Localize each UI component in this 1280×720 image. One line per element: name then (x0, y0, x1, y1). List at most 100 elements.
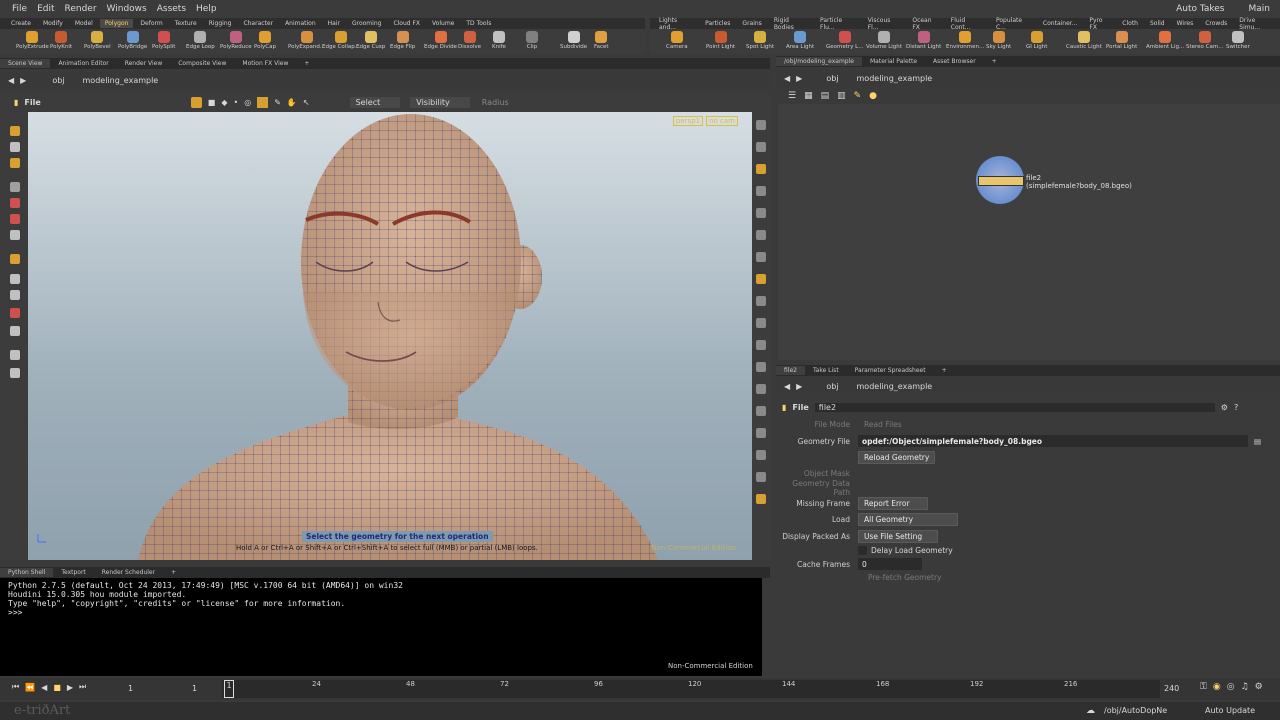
paint-icon[interactable] (10, 198, 20, 208)
current-frame-field[interactable]: 1 (192, 684, 197, 693)
handle-icon[interactable] (10, 158, 20, 168)
shelf-tool-button[interactable]: Camera (666, 31, 688, 50)
load-dropdown[interactable]: All Geometry (858, 512, 958, 526)
texture-icon[interactable] (756, 340, 766, 350)
point-icon[interactable]: • (234, 98, 239, 107)
key-icon[interactable]: ⚿ (1200, 682, 1207, 692)
end-frame-field[interactable]: 240 (1164, 684, 1179, 693)
shelf-tool-button[interactable]: Point Light (706, 31, 735, 50)
lasso-icon[interactable]: ◎ (244, 98, 251, 107)
forward-arrow-icon[interactable]: ▶ (796, 74, 802, 83)
snapshot-icon[interactable] (756, 164, 766, 174)
shelf-left-tab[interactable]: Volume (427, 19, 459, 28)
select-dropdown[interactable]: Select (349, 96, 401, 108)
grid-icon[interactable]: ▤ (821, 91, 830, 101)
shelf-tool-button[interactable]: PolyExpand... (288, 31, 325, 50)
normal-icon[interactable] (756, 230, 766, 240)
shelf-tool-button[interactable]: Knife (492, 31, 506, 50)
add-tab-icon[interactable]: + (163, 568, 184, 577)
point-icon[interactable] (756, 208, 766, 218)
shelf-tool-button[interactable]: Switcher (1226, 31, 1250, 50)
auto-takes-toggle[interactable]: Auto Takes (1176, 4, 1224, 14)
palette-icon[interactable]: ● (869, 91, 877, 101)
camera-icon[interactable] (10, 350, 20, 360)
ghost-icon[interactable] (756, 296, 766, 306)
jump-end-icon[interactable]: ⏭ (79, 682, 86, 692)
lasso-icon[interactable] (10, 274, 20, 284)
shelf-left-tab[interactable]: Grooming (347, 19, 386, 28)
shelf-left-tab[interactable]: Polygon (99, 19, 134, 28)
shelf-tool-button[interactable]: Edge Divide (424, 31, 457, 50)
audio-icon[interactable]: ♫ (1241, 682, 1249, 692)
shelf-tool-button[interactable]: PolyCap (254, 31, 276, 50)
path-root[interactable]: obj (826, 382, 838, 391)
missing-frame-dropdown[interactable]: Report Error (858, 496, 928, 510)
snap-icon[interactable] (10, 254, 20, 264)
hand-icon[interactable]: ✋ (287, 98, 297, 107)
frame-icon[interactable] (756, 450, 766, 460)
add-tab-icon[interactable]: + (984, 57, 1005, 66)
add-tab-icon[interactable]: + (934, 366, 955, 375)
shelf-left-tab[interactable]: TD Tools (461, 19, 496, 28)
select-mode-icon[interactable] (190, 96, 202, 108)
shelf-tool-button[interactable]: Geometry L... (826, 31, 863, 50)
path-root[interactable]: obj (52, 76, 64, 85)
visibility-dropdown[interactable]: Visibility (410, 96, 470, 108)
shelf-right-tab[interactable]: Container... (1038, 19, 1083, 28)
auto-update-dropdown[interactable]: Auto Update (1205, 706, 1255, 715)
menu-assets[interactable]: Assets (157, 4, 186, 14)
node-name-field[interactable]: file2 (814, 402, 1215, 412)
target-icon[interactable]: ◉ (1213, 682, 1221, 692)
magnet-icon[interactable] (10, 230, 20, 240)
shelf-left-tab[interactable]: Deform (135, 19, 167, 28)
light-icon[interactable] (756, 186, 766, 196)
geometry-file-field[interactable]: opdef:/Object/simplefemale?body_08.bgeo (858, 435, 1248, 447)
shelf-left-tab[interactable]: Rigging (204, 19, 237, 28)
table-icon[interactable]: ▥ (837, 91, 846, 101)
tab-render-scheduler[interactable]: Render Scheduler (94, 568, 163, 577)
visibility-icon[interactable] (756, 406, 766, 416)
home-icon[interactable] (756, 428, 766, 438)
back-arrow-icon[interactable]: ◀ (8, 76, 14, 85)
clip-icon[interactable] (756, 384, 766, 394)
shelf-tool-button[interactable]: Subdivide (560, 31, 587, 50)
back-arrow-icon[interactable]: ◀ (784, 382, 790, 391)
step-back-icon[interactable]: ⏪ (25, 683, 35, 692)
menu-edit[interactable]: Edit (37, 4, 54, 14)
shelf-tool-button[interactable]: Facet (594, 31, 609, 50)
gear-icon[interactable]: ⚙ (1221, 403, 1228, 412)
forward-arrow-icon[interactable]: ▶ (20, 76, 26, 85)
lock-icon[interactable] (756, 120, 766, 130)
shelf-tool-button[interactable]: Distant Light (906, 31, 941, 50)
shelf-left-tab[interactable]: Create (6, 19, 36, 28)
display-icon[interactable] (756, 142, 766, 152)
cache-frames-field[interactable]: 0 (858, 558, 922, 570)
jump-start-icon[interactable]: ⏮ (12, 682, 19, 692)
shelf-right-tab[interactable]: Solid (1145, 19, 1170, 28)
shade-icon[interactable] (756, 274, 766, 284)
shelf-tool-button[interactable]: PolyReduce (220, 31, 252, 50)
shelf-tool-button[interactable]: Caustic Light (1066, 31, 1102, 50)
tree-icon[interactable]: ▦ (804, 91, 813, 101)
tab-file2[interactable]: file2 (776, 366, 805, 375)
grid-icon[interactable] (756, 472, 766, 482)
shelf-right-tab[interactable]: Wires (1172, 19, 1199, 28)
persp-camera-dropdown[interactable]: persp1 (672, 116, 704, 126)
file-node[interactable] (976, 156, 1024, 204)
shelf-tool-button[interactable]: Volume Light (866, 31, 902, 50)
wireframe-icon[interactable] (756, 252, 766, 262)
tab-parameter-spreadsheet[interactable]: Parameter Spreadsheet (847, 366, 934, 375)
tab-composite-view[interactable]: Composite View (170, 59, 234, 68)
shelf-tool-button[interactable]: Edge Flip (390, 31, 415, 50)
marquee-icon[interactable] (257, 96, 269, 108)
display-packed-dropdown[interactable]: Use File Setting (858, 529, 938, 543)
view-icon[interactable] (10, 142, 20, 152)
tab-animation-editor[interactable]: Animation Editor (50, 59, 116, 68)
cursor-icon[interactable]: ↖ (303, 98, 310, 107)
shelf-tool-button[interactable]: Sky Light (986, 31, 1011, 50)
tab-asset-browser[interactable]: Asset Browser (925, 57, 984, 66)
shelf-tool-button[interactable]: PolyKnit (50, 31, 72, 50)
path-node[interactable]: modeling_example (857, 382, 933, 391)
tab-render-view[interactable]: Render View (117, 59, 171, 68)
scene-viewport[interactable]: persp1 no cam Select the geometry for th… (28, 112, 752, 560)
